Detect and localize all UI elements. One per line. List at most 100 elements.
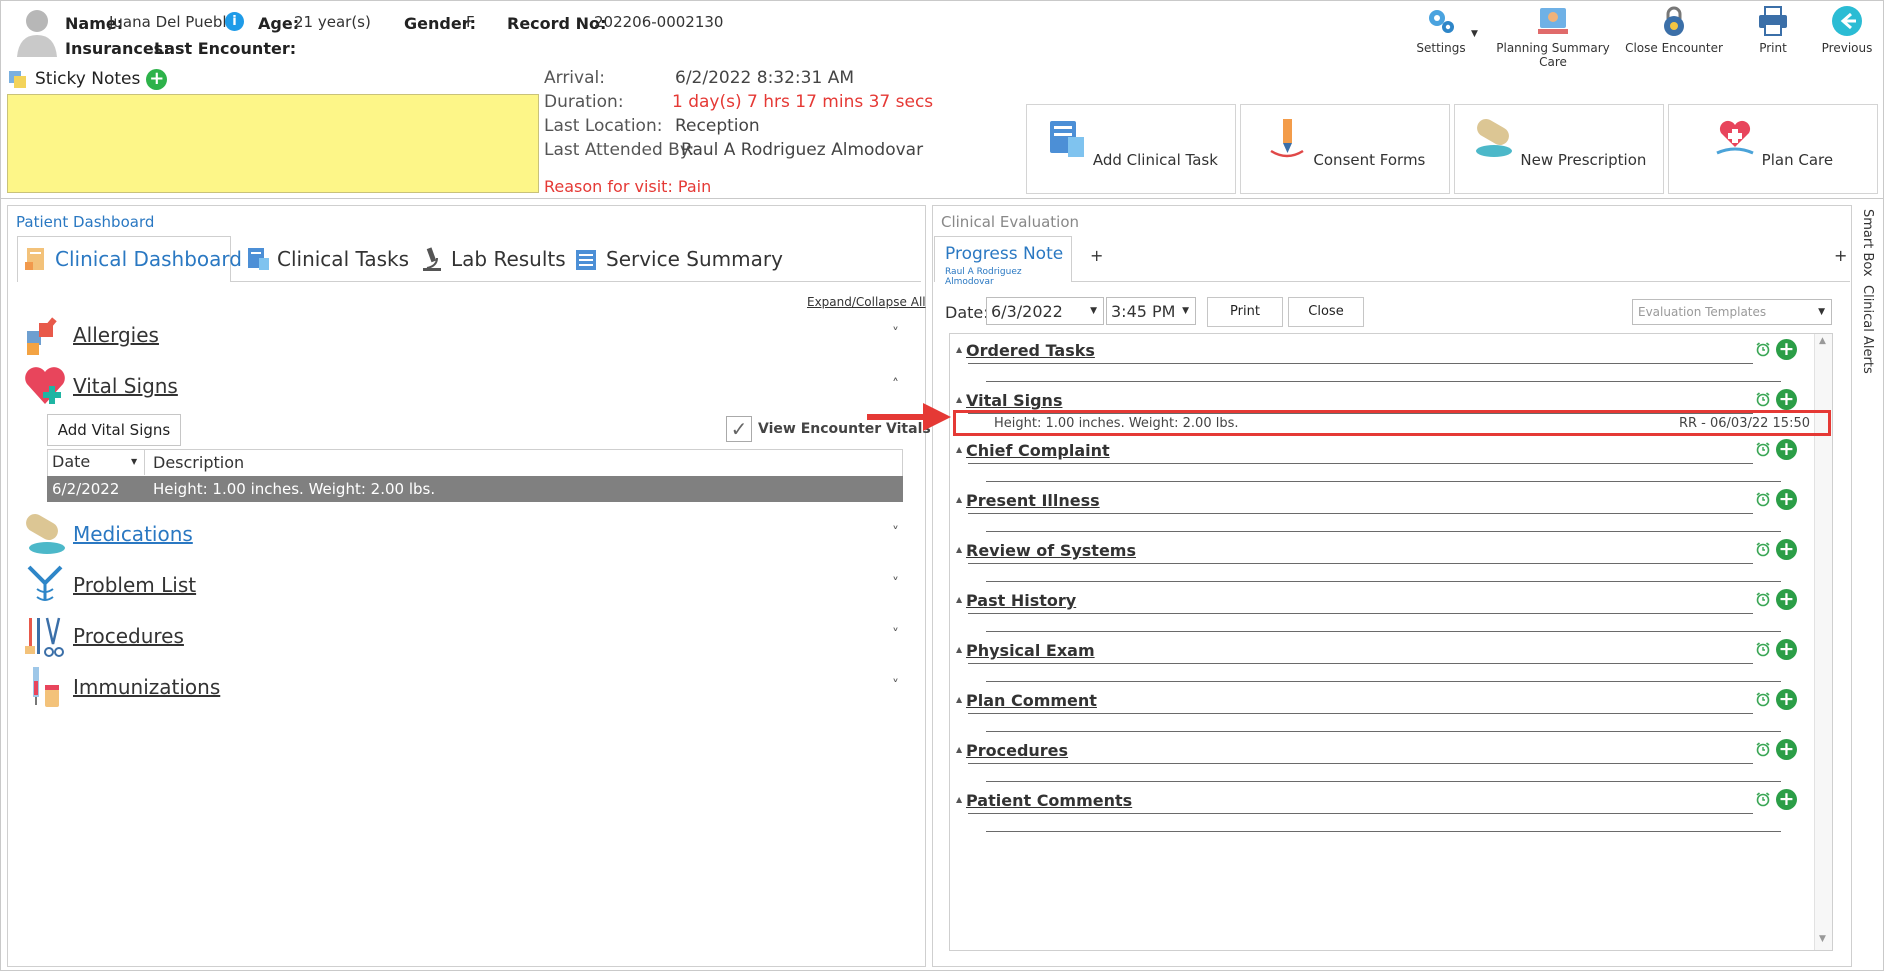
planning-label: Planning Summary Care	[1496, 41, 1610, 69]
section-immunizations[interactable]: Immunizations	[23, 664, 220, 710]
expand-collapse-link[interactable]: Expand/Collapse All	[807, 295, 926, 309]
add-vital-signs-button[interactable]: Add Vital Signs	[47, 414, 181, 446]
add-entry-button[interactable]: +	[1776, 689, 1797, 710]
scroll-up-icon[interactable]: ▲	[1819, 336, 1826, 346]
add-entry-button[interactable]: +	[1776, 589, 1797, 610]
alarm-clock-icon[interactable]	[1755, 591, 1771, 607]
immunizations-chevron-icon[interactable]: ˅	[892, 678, 899, 694]
add-entry-button[interactable]: +	[1776, 439, 1797, 460]
tab-clinical-tasks[interactable]: Clinical Tasks	[245, 246, 409, 272]
vital-signs-chevron-up-icon[interactable]: ˄	[892, 377, 899, 393]
section-problem-list[interactable]: Problem List	[23, 562, 196, 608]
settings-button[interactable]: Settings	[1405, 5, 1477, 63]
allergies-chevron-icon[interactable]: ˅	[892, 326, 899, 342]
eval-section-title[interactable]: Vital Signs	[966, 391, 1062, 410]
section-allergies[interactable]: Allergies	[23, 312, 159, 358]
last-location-value: Reception	[675, 116, 760, 136]
alarm-clock-icon[interactable]	[1755, 391, 1771, 407]
scroll-down-icon[interactable]: ▼	[1819, 934, 1826, 944]
alarm-clock-icon[interactable]	[1755, 791, 1771, 807]
eval-section-title[interactable]: Physical Exam	[966, 641, 1095, 660]
tab-clinical-dashboard-label: Clinical Dashboard	[55, 247, 242, 271]
add-entry-button[interactable]: +	[1776, 389, 1797, 410]
add-entry-button[interactable]: +	[1776, 789, 1797, 810]
section-immunizations-label: Immunizations	[73, 675, 221, 699]
eval-section-body-line	[986, 581, 1781, 582]
add-clinical-task-button[interactable]: Add Clinical Task	[1026, 104, 1236, 194]
add-entry-button[interactable]: +	[1776, 339, 1797, 360]
collapse-triangle-icon[interactable]: ▲	[956, 645, 962, 654]
section-medications[interactable]: Medications	[23, 511, 193, 557]
medications-chevron-icon[interactable]: ˅	[892, 525, 899, 541]
collapse-triangle-icon[interactable]: ▲	[956, 745, 962, 754]
procedures-chevron-icon[interactable]: ˅	[892, 627, 899, 643]
collapse-triangle-icon[interactable]: ▲	[956, 695, 962, 704]
alarm-clock-icon[interactable]	[1755, 441, 1771, 457]
date-picker[interactable]: 6/3/2022 ▼	[986, 297, 1104, 325]
reason-for-visit: Reason for visit: Pain	[544, 177, 712, 196]
sticky-notes-area[interactable]	[7, 94, 539, 193]
tab-clinical-dashboard[interactable]: Clinical Dashboard	[23, 246, 242, 272]
plan-care-button[interactable]: Plan Care	[1668, 104, 1878, 194]
collapse-triangle-icon[interactable]: ▲	[956, 345, 962, 354]
collapse-triangle-icon[interactable]: ▲	[956, 545, 962, 554]
new-prescription-button[interactable]: New Prescription	[1454, 104, 1664, 194]
eval-section-title[interactable]: Chief Complaint	[966, 441, 1110, 460]
print-button[interactable]: Print	[1745, 5, 1801, 63]
add-entry-button[interactable]: +	[1776, 489, 1797, 510]
stethoscope-icon	[27, 565, 63, 601]
alarm-clock-icon[interactable]	[1755, 491, 1771, 507]
note-close-button[interactable]: Close	[1288, 297, 1364, 327]
time-picker[interactable]: 3:45 PM ▼	[1106, 297, 1196, 325]
note-print-button[interactable]: Print	[1207, 297, 1283, 327]
evaluation-templates-select[interactable]: Evaluation Templates ▼	[1632, 299, 1832, 325]
problem-list-chevron-icon[interactable]: ˅	[892, 576, 899, 592]
planning-summary-button[interactable]: Planning Summary Care	[1485, 5, 1621, 69]
collapse-triangle-icon[interactable]: ▲	[956, 595, 962, 604]
eval-section-title[interactable]: Present Illness	[966, 491, 1100, 510]
add-sticky-note-button[interactable]: +	[146, 68, 168, 90]
vitals-col-date-header[interactable]: Date ▼	[47, 449, 145, 475]
eval-section-title[interactable]: Patient Comments	[966, 791, 1132, 810]
time-dropdown-icon: ▼	[1182, 306, 1189, 316]
eval-section-body-line	[986, 631, 1781, 632]
sticky-notes-icon	[9, 71, 26, 88]
add-entry-button[interactable]: +	[1776, 739, 1797, 760]
add-entry-button[interactable]: +	[1776, 639, 1797, 660]
section-vital-signs[interactable]: Vital Signs	[23, 363, 178, 409]
eval-section-underline	[968, 363, 1753, 364]
info-icon[interactable]: i	[225, 12, 244, 31]
clinical-alerts-tab[interactable]: Clinical Alerts	[1860, 285, 1875, 374]
eval-section-title[interactable]: Past History	[966, 591, 1076, 610]
tab-clinical-tasks-label: Clinical Tasks	[277, 247, 410, 271]
settings-dropdown-icon[interactable]: ▼	[1471, 29, 1478, 39]
tab-service-summary[interactable]: Service Summary	[574, 246, 783, 272]
eval-section-title[interactable]: Procedures	[966, 741, 1068, 760]
last-encounter-label: Last Encounter:	[154, 39, 297, 58]
collapse-triangle-icon[interactable]: ▲	[956, 795, 962, 804]
progress-note-tab[interactable]: Progress Note Raul A Rodriguez Almodovar	[934, 236, 1072, 287]
alarm-clock-icon[interactable]	[1755, 641, 1771, 657]
add-entry-button[interactable]: +	[1776, 539, 1797, 560]
collapse-triangle-icon[interactable]: ▲	[956, 395, 962, 404]
add-note-tab-button[interactable]: +	[1090, 246, 1103, 265]
eval-section-title[interactable]: Plan Comment	[966, 691, 1097, 710]
alarm-clock-icon[interactable]	[1755, 341, 1771, 357]
smart-box-tab[interactable]: Smart Box	[1860, 209, 1875, 277]
close-encounter-button[interactable]: Close Encounter	[1625, 5, 1723, 63]
collapse-triangle-icon[interactable]: ▲	[956, 495, 962, 504]
vitals-table-row[interactable]: 6/2/2022 Height: 1.00 inches. Weight: 2.…	[47, 476, 903, 502]
alarm-clock-icon[interactable]	[1755, 691, 1771, 707]
eval-section-title[interactable]: Ordered Tasks	[966, 341, 1095, 360]
previous-button[interactable]: Previous	[1817, 5, 1877, 63]
vital-sign-entry[interactable]: Height: 1.00 inches. Weight: 2.00 lbs. R…	[953, 410, 1831, 436]
section-procedures[interactable]: Procedures	[23, 613, 184, 659]
alarm-clock-icon[interactable]	[1755, 541, 1771, 557]
alarm-clock-icon[interactable]	[1755, 741, 1771, 757]
consent-forms-button[interactable]: Consent Forms	[1240, 104, 1450, 194]
eval-section-title[interactable]: Review of Systems	[966, 541, 1136, 560]
collapse-triangle-icon[interactable]: ▲	[956, 445, 962, 454]
tab-lab-results[interactable]: Lab Results	[419, 246, 566, 272]
panel-add-button[interactable]: +	[1834, 246, 1847, 265]
time-value: 3:45 PM	[1111, 302, 1176, 321]
